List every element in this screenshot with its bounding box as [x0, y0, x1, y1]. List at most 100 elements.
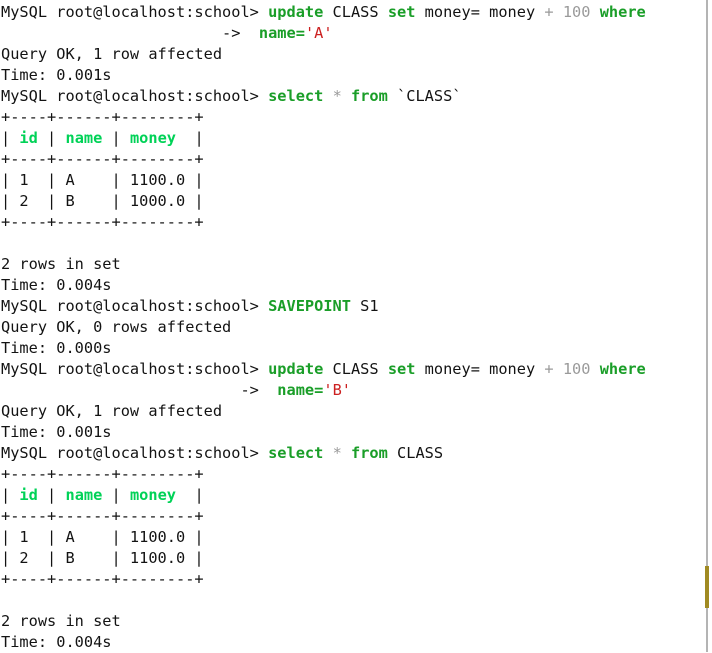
- terminal-line-rows-in-set-1: 2 rows in set: [1, 254, 704, 275]
- scrollbar-thumb[interactable]: [705, 566, 709, 608]
- token: |: [176, 486, 204, 504]
- token: | 2 | B | 1000.0 |: [1, 192, 204, 210]
- token: *: [332, 87, 342, 105]
- terminal-line-table1-header: | id | name | money |: [1, 128, 704, 149]
- token: where: [599, 360, 646, 378]
- token: |: [37, 486, 66, 504]
- token: +----+------+--------+: [1, 108, 204, 126]
- terminal-line-table2-border-bottom: +----+------+--------+: [1, 569, 704, 590]
- token: |: [1, 129, 20, 147]
- terminal-line-blank-2: [1, 590, 704, 611]
- token: money: [129, 486, 177, 504]
- terminal-line-table1-border-bottom: +----+------+--------+: [1, 212, 704, 233]
- terminal-line-time-update-b: Time: 0.001s: [1, 422, 704, 443]
- terminal-line-table2-header: | id | name | money |: [1, 485, 704, 506]
- terminal-line-table1-row-1: | 1 | A | 1100.0 |: [1, 170, 704, 191]
- token: +----+------+--------+: [1, 465, 204, 483]
- token: ->: [240, 381, 259, 399]
- token: CLASS: [323, 3, 388, 21]
- token: id: [19, 486, 38, 504]
- token: +: [544, 360, 554, 378]
- token: 'B': [323, 381, 351, 399]
- terminal-line-table2-row-1: | 1 | A | 1100.0 |: [1, 527, 704, 548]
- token: money= money: [415, 360, 545, 378]
- token: |: [37, 129, 66, 147]
- token: 'A': [304, 24, 333, 42]
- terminal-line-result-savepoint: Query OK, 0 rows affected: [1, 317, 704, 338]
- token: name=: [258, 24, 305, 42]
- terminal-line-table2-border-mid: +----+------+--------+: [1, 506, 704, 527]
- token: CLASS: [323, 360, 388, 378]
- token: id: [19, 129, 38, 147]
- token: 100: [562, 360, 591, 378]
- token: from: [351, 444, 388, 462]
- terminal-line-table1-border-top: +----+------+--------+: [1, 107, 704, 128]
- terminal-line-cmd-select-1: MySQL root@localhost:school> select * fr…: [1, 86, 704, 107]
- token: SAVEPOINT: [268, 297, 351, 315]
- token: +----+------+--------+: [1, 570, 204, 588]
- token: money: [129, 129, 177, 147]
- terminal-window: MySQL root@localhost:school> update CLAS…: [0, 0, 712, 652]
- token: MySQL root@localhost:school>: [1, 444, 269, 462]
- token: +----+------+--------+: [1, 507, 204, 525]
- token: +----+------+--------+: [1, 150, 204, 168]
- token: MySQL root@localhost:school>: [1, 87, 269, 105]
- token: Query OK, 1 row affected: [1, 45, 223, 63]
- token: 2 rows in set: [1, 255, 121, 273]
- token: |: [102, 129, 130, 147]
- terminal-line-blank-1: [1, 233, 704, 254]
- vertical-scrollbar[interactable]: [704, 0, 712, 652]
- token: |: [1, 486, 20, 504]
- terminal-line-cmd-select-2: MySQL root@localhost:school> select * fr…: [1, 443, 704, 464]
- terminal-line-cmd-update-a: MySQL root@localhost:school> update CLAS…: [1, 2, 704, 23]
- token: MySQL root@localhost:school>: [1, 3, 269, 21]
- token: +----+------+--------+: [1, 213, 204, 231]
- terminal-line-cmd-savepoint: MySQL root@localhost:school> SAVEPOINT S…: [1, 296, 704, 317]
- terminal-line-time-select-1: Time: 0.004s: [1, 275, 704, 296]
- token: | 2 | B | 1100.0 |: [1, 549, 204, 567]
- token: update: [268, 360, 324, 378]
- token: Query OK, 1 row affected: [1, 402, 223, 420]
- token: name=: [277, 381, 324, 399]
- terminal-line-cmd-update-b: MySQL root@localhost:school> update CLAS…: [1, 359, 704, 380]
- token: CLASS: [387, 444, 444, 462]
- token: Time: 0.000s: [1, 339, 112, 357]
- terminal-line-result-update-a: Query OK, 1 row affected: [1, 44, 704, 65]
- token: set: [387, 360, 416, 378]
- token: | 1 | A | 1100.0 |: [1, 528, 204, 546]
- terminal-line-table2-border-top: +----+------+--------+: [1, 464, 704, 485]
- token: |: [102, 486, 130, 504]
- terminal-output-area[interactable]: MySQL root@localhost:school> update CLAS…: [0, 0, 704, 652]
- terminal-line-rows-in-set-2: 2 rows in set: [1, 611, 704, 632]
- token: Query OK, 0 rows affected: [1, 318, 232, 336]
- token: money= money: [415, 3, 545, 21]
- terminal-line-time-update-a: Time: 0.001s: [1, 65, 704, 86]
- token: Time: 0.004s: [1, 633, 112, 651]
- token: set: [387, 3, 416, 21]
- terminal-line-cont-update-a: -> name='A': [1, 23, 704, 44]
- token: *: [332, 444, 342, 462]
- terminal-line-table1-border-mid: +----+------+--------+: [1, 149, 704, 170]
- token: Time: 0.004s: [1, 276, 112, 294]
- token: S1: [350, 297, 379, 315]
- token: |: [176, 129, 204, 147]
- terminal-line-time-savepoint: Time: 0.000s: [1, 338, 704, 359]
- scrollbar-track[interactable]: [706, 0, 708, 652]
- token: MySQL root@localhost:school>: [1, 297, 269, 315]
- token: where: [599, 3, 646, 21]
- token: MySQL root@localhost:school>: [1, 360, 269, 378]
- token: `CLASS`: [387, 87, 462, 105]
- token: name: [65, 129, 103, 147]
- token: update: [268, 3, 324, 21]
- token: +: [544, 3, 554, 21]
